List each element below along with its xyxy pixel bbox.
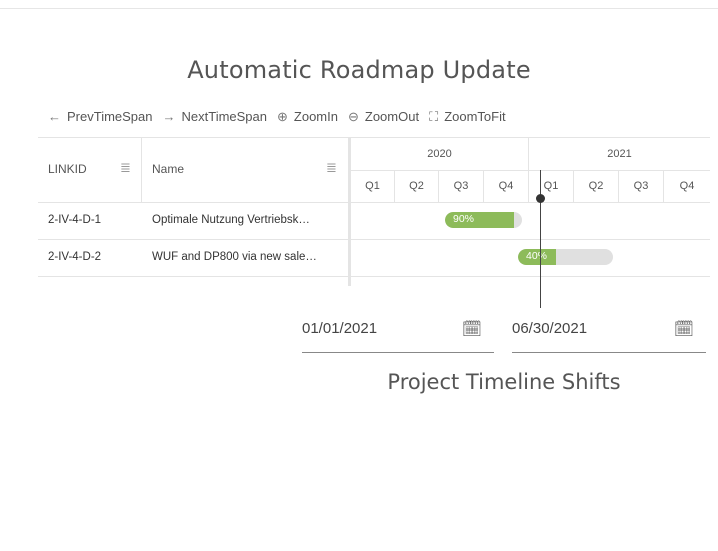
zoom-out-icon: ⊖ [347, 108, 359, 124]
filter-icon[interactable]: ≣ [326, 160, 337, 176]
page-title: Automatic Roadmap Update [187, 56, 531, 84]
zoom-to-fit-button[interactable]: ⛶ ZoomToFit [429, 109, 506, 125]
gantt-toolbar: ← PrevTimeSpan → NextTimeSpan ⊕ ZoomIn ⊖… [38, 96, 710, 138]
task-bar[interactable]: 90% [445, 212, 522, 228]
prev-timespan-label: PrevTimeSpan [67, 109, 153, 124]
zoom-in-icon: ⊕ [277, 108, 288, 124]
top-divider [0, 8, 718, 9]
table-row[interactable]: 2-IV-4-D-1 Optimale Nutzung Vertriebsk… … [38, 203, 710, 239]
end-date-field[interactable]: 06/30/2021 🗓 [512, 312, 706, 353]
task-progress-label: 40% [526, 250, 548, 262]
next-timespan-button[interactable]: → NextTimeSpan [163, 109, 268, 124]
date-marker-dot[interactable] [536, 194, 545, 203]
column-header-name[interactable]: Name ≣ [142, 138, 348, 202]
column-label-name: Name [152, 162, 185, 176]
quarter-header: Q4 [484, 171, 529, 202]
next-timespan-label: NextTimeSpan [181, 109, 268, 124]
zoom-out-button[interactable]: ⊖ ZoomOut [348, 109, 419, 125]
zoom-in-label: ZoomIn [293, 109, 338, 124]
subtitle: Project Timeline Shifts [387, 370, 621, 394]
start-date-value: 01/01/2021 [302, 320, 378, 337]
table-row[interactable]: 2-IV-4-D-2 WUF and DP800 via new sale… 4… [38, 240, 710, 276]
zoom-to-fit-label: ZoomToFit [444, 109, 506, 124]
year-header: 2020 [351, 138, 529, 171]
arrow-right-icon: → [162, 109, 176, 124]
quarter-header: Q3 [439, 171, 484, 202]
row-divider [38, 276, 710, 277]
grid-header: LINKID ≣ Name ≣ [38, 138, 348, 203]
arrow-left-icon: ← [48, 109, 61, 124]
quarter-header: Q2 [574, 171, 619, 202]
prev-timespan-button[interactable]: ← PrevTimeSpan [48, 109, 153, 124]
quarter-header: Q1 [351, 171, 395, 202]
timeline-header: 2020 2021 Q1 Q2 Q3 Q4 Q1 Q2 Q3 Q4 [351, 138, 710, 203]
column-header-linkid[interactable]: LINKID ≣ [38, 138, 142, 202]
gantt-chart: ← PrevTimeSpan → NextTimeSpan ⊕ ZoomIn ⊖… [38, 96, 710, 286]
filter-icon[interactable]: ≣ [120, 160, 131, 176]
year-header: 2021 [529, 138, 710, 171]
row-linkid: 2-IV-4-D-2 [48, 251, 102, 263]
quarter-header: Q2 [395, 171, 439, 202]
end-date-value: 06/30/2021 [512, 320, 588, 337]
quarter-header: Q4 [679, 180, 695, 192]
date-marker-line [540, 170, 541, 308]
zoom-to-fit-icon: ⛶ [429, 108, 439, 124]
row-name: WUF and DP800 via new sale… [152, 251, 317, 263]
calendar-icon[interactable]: 🗓 [462, 319, 482, 339]
task-bar[interactable]: 40% [518, 249, 613, 265]
zoom-out-label: ZoomOut [364, 109, 420, 124]
task-progress-label: 90% [453, 213, 475, 225]
row-linkid: 2-IV-4-D-1 [48, 214, 102, 226]
start-date-field[interactable]: 01/01/2021 🗓 [302, 312, 494, 353]
quarter-header: Q3 [619, 171, 664, 202]
zoom-in-button[interactable]: ⊕ ZoomIn [277, 109, 338, 125]
column-label-linkid: LINKID [48, 162, 87, 176]
row-name: Optimale Nutzung Vertriebsk… [152, 214, 310, 226]
calendar-icon[interactable]: 🗓 [674, 319, 694, 339]
